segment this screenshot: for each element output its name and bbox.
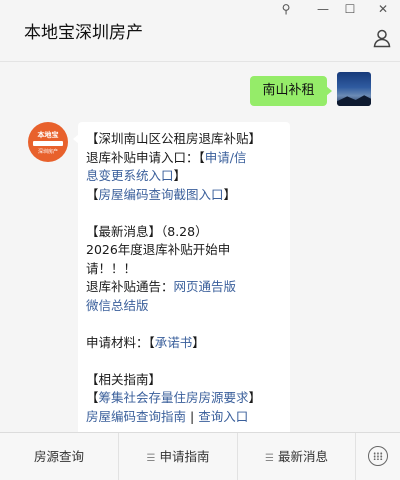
reply-link[interactable]: 申请/信 (205, 150, 247, 165)
keyboard-icon (368, 446, 388, 466)
reply-text: 】 (192, 334, 205, 350)
reply-link[interactable]: 息变更系统入口 (86, 168, 174, 183)
chat-area[interactable]: 南山补租 本地宝 深圳房产 【深圳南山区公租房退库补贴】 退库补贴申请入口：【申请… (0, 63, 400, 432)
reply-line (86, 315, 284, 334)
reply-line (86, 352, 284, 371)
pin-icon[interactable]: ⚲ (276, 2, 296, 16)
reply-line: 请！！！ (86, 260, 284, 279)
reply-line: 【筹集社会存量住房房源要求】 (86, 389, 284, 408)
menu-list-icon: ☰ (265, 453, 274, 464)
menu-application-guide[interactable]: ☰ 申请指南 (118, 433, 237, 480)
reply-text: 】 (173, 168, 187, 183)
reply-text: 【相关指南】 (86, 371, 162, 387)
reply-link[interactable]: 查询入口 (198, 409, 248, 424)
menu-house-search[interactable]: 房源查询 (0, 433, 118, 480)
reply-line: 息变更系统入口】 (86, 167, 284, 186)
reply-text: 请！！！ (86, 260, 137, 276)
reply-message-bubble: 【深圳南山区公租房退库补贴】 退库补贴申请入口：【申请/信 息变更系统入口】 【房屋编… (73, 122, 290, 432)
reply-text: 申请材料：【 (86, 334, 155, 350)
reply-line: 【深圳南山区公租房退库补贴】 (86, 130, 284, 149)
reply-link[interactable]: 承诺书 (155, 335, 193, 350)
reply-text: 】 (248, 390, 262, 405)
reply-line: 【最新消息】（8.28） (86, 223, 284, 242)
reply-line: 退库补贴申请入口：【申请/信 (86, 149, 284, 168)
reply-link[interactable]: 房屋编码查询截图入口 (99, 187, 224, 202)
reply-text: 2026年度退库补贴开始申 (86, 242, 231, 257)
reply-text: 【深圳南山区公租房退库补贴】 (86, 131, 262, 146)
reply-text: 退库补贴通告： (86, 279, 174, 294)
reply-link[interactable]: 筹集社会存量住房房源要求 (99, 390, 249, 405)
sent-message-bubble[interactable]: 南山补租 (250, 76, 332, 106)
reply-line: 申请材料：【承诺书】 (86, 334, 284, 353)
avatar-logo-subtext: 深圳房产 (37, 149, 58, 155)
reply-text: | (186, 408, 199, 424)
maximize-button[interactable]: ☐ (340, 2, 360, 16)
reply-link[interactable]: 房屋编码查询指南 (86, 409, 186, 424)
reply-line: 微信总结版 (86, 297, 284, 316)
reply-line (86, 204, 284, 223)
reply-line: 房屋编码查询指南 | 查询入口 (86, 408, 284, 427)
reply-link[interactable]: 微信总结版 (86, 298, 149, 313)
reply-line: 2026年度退库补贴开始申 (86, 241, 284, 260)
close-button[interactable]: ✕ (373, 2, 393, 16)
reply-text: 【 (86, 186, 99, 202)
reply-text: 【 (86, 390, 99, 405)
reply-line: 退库补贴通告：网页通告版 (86, 278, 284, 297)
reply-line: 【相关指南】 (86, 371, 284, 390)
reply-link[interactable]: 网页通告版 (174, 279, 237, 294)
my-avatar[interactable] (337, 72, 371, 106)
keyboard-switch-button[interactable] (355, 433, 400, 480)
minimize-button[interactable]: — (313, 2, 333, 16)
user-profile-icon[interactable] (372, 28, 392, 48)
official-account-avatar[interactable]: 本地宝 深圳房产 (28, 122, 68, 162)
chat-title: 本地宝深圳房产 (24, 23, 143, 43)
reply-line: 【房屋编码查询截图入口】 (86, 186, 284, 205)
menu-list-icon: ☰ (146, 453, 156, 464)
reply-text: 【最新消息】（8.28） (86, 223, 208, 239)
reply-text: 】 (223, 186, 237, 202)
avatar-logo-text: 本地宝 (37, 131, 59, 139)
reply-text: 退库补贴申请入口：【 (86, 149, 205, 165)
title-bar: 本地宝深圳房产 ⚲ — ☐ ✕ (0, 0, 400, 62)
bottom-menu-bar: 房源查询 ☰ 申请指南 ☰ 最新消息 (0, 432, 400, 480)
menu-latest-news[interactable]: ☰ 最新消息 (237, 433, 355, 480)
